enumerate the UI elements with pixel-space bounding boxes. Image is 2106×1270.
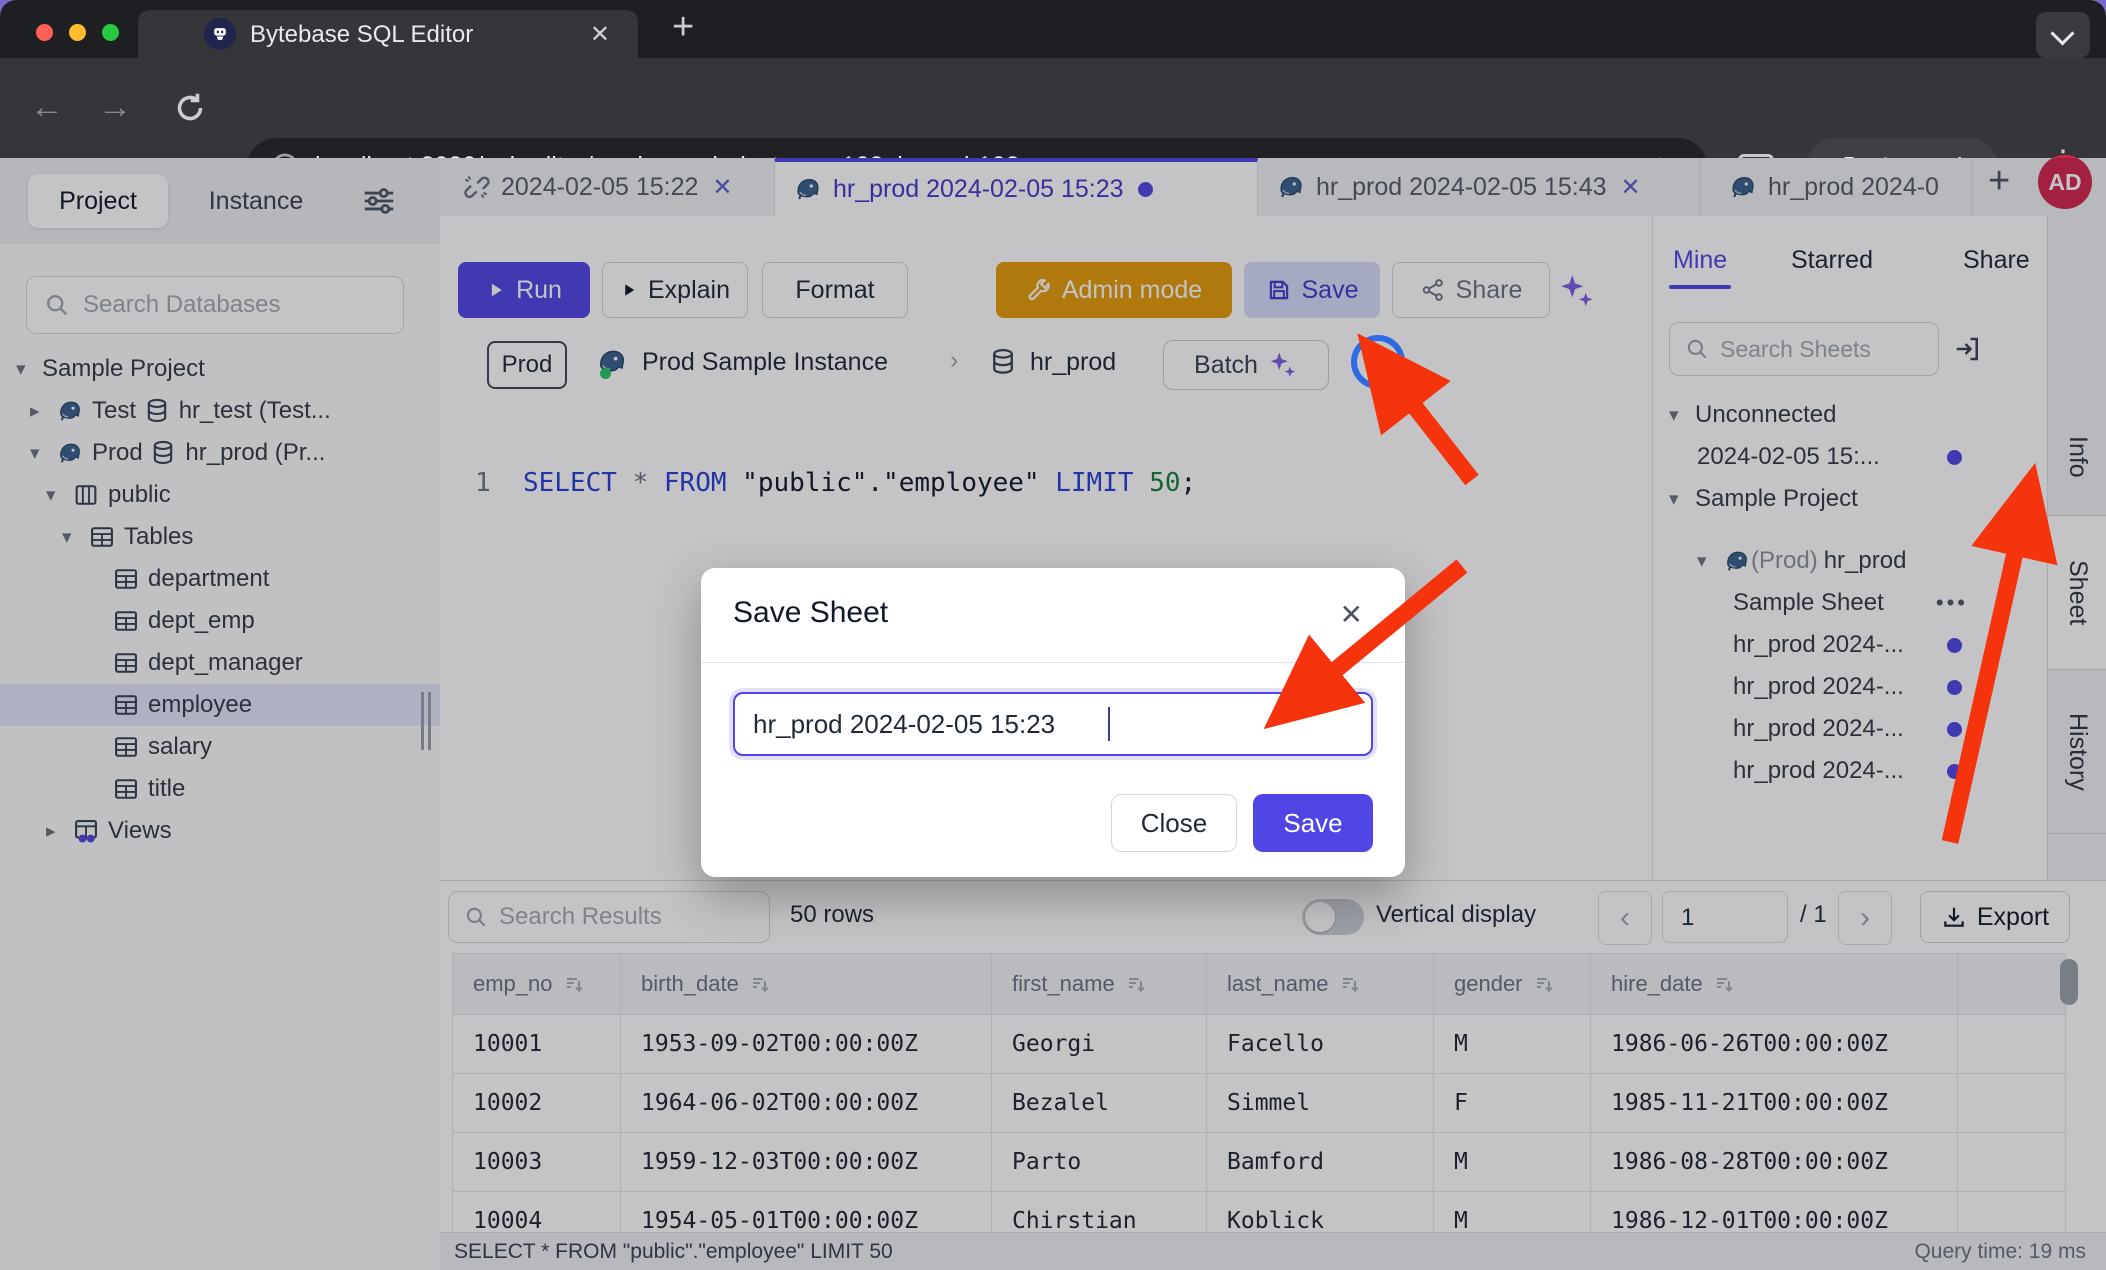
browser-tab-title: Bytebase SQL Editor <box>250 21 473 49</box>
back-button[interactable]: ← <box>30 88 64 127</box>
browser-navbar: ← → localhost:8080/sql-editor/prod-sampl… <box>0 58 2106 158</box>
modal-divider <box>701 662 1405 663</box>
reload-button[interactable] <box>172 90 208 126</box>
forward-button[interactable]: → <box>98 88 132 127</box>
bytebase-favicon <box>204 18 236 50</box>
tab-search-button[interactable] <box>2036 12 2090 58</box>
modal-save-button[interactable]: Save <box>1253 794 1373 852</box>
browser-tab[interactable]: Bytebase SQL Editor ✕ <box>138 10 638 58</box>
browser-tab-close-icon[interactable]: ✕ <box>590 20 610 49</box>
save-sheet-modal: Save Sheet ✕ Close Save <box>701 568 1405 877</box>
window-minimize-button[interactable] <box>69 24 86 41</box>
modal-close-button[interactable]: Close <box>1111 794 1237 852</box>
modal-title: Save Sheet <box>733 596 888 630</box>
browser-window: Bytebase SQL Editor ✕ + ← → localhost:80… <box>0 0 2106 1270</box>
browser-tabstrip: Bytebase SQL Editor ✕ + <box>0 0 2106 58</box>
modal-close-icon[interactable]: ✕ <box>1340 598 1363 631</box>
new-tab-button[interactable]: + <box>672 6 694 49</box>
window-zoom-button[interactable] <box>102 24 119 41</box>
text-cursor <box>1108 707 1110 741</box>
screenshot-root: Bytebase SQL Editor ✕ + ← → localhost:80… <box>0 0 2106 1270</box>
sheet-name-input[interactable] <box>733 692 1373 756</box>
window-close-button[interactable] <box>36 24 53 41</box>
chevron-down-icon <box>2050 21 2074 45</box>
